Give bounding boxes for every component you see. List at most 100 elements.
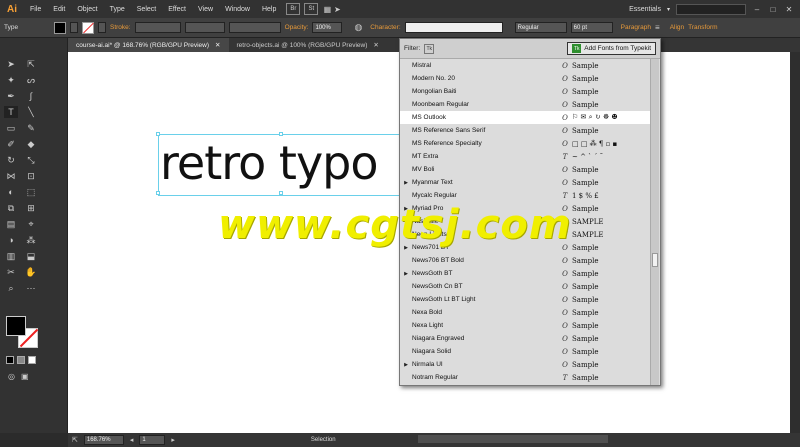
fill-color-swatch[interactable] [6,316,26,336]
font-row[interactable]: ▶ Nirmala UI O Sample [400,358,650,371]
lasso-tool-icon[interactable]: ᔕ [24,74,38,86]
eyedropper-tool-icon[interactable]: ⌖ [24,218,38,230]
curvature-tool-icon[interactable]: ∫ [24,90,38,102]
typekit-filter-icon[interactable]: Tk [424,43,435,54]
font-row[interactable]: ▶ Myanmar Text O Sample [400,176,650,189]
gradient-mode-icon[interactable] [17,356,25,364]
eraser-tool-icon[interactable]: ◆ [24,138,38,150]
font-row[interactable]: Mycalc Regular T 1 $ % £ [400,189,650,202]
fill-dropdown[interactable] [70,22,78,33]
none-mode-icon[interactable] [28,356,36,364]
vertical-scrollbar[interactable] [790,52,800,433]
align-label[interactable]: Align [670,24,684,31]
scrollbar-thumb[interactable] [652,253,658,267]
type-tool-icon[interactable]: T [4,106,18,118]
close-button[interactable]: ✕ [784,5,794,14]
more-tools-icon[interactable]: ⋯ [24,282,38,294]
hand-tool-icon[interactable]: ✋ [24,266,38,278]
maximize-button[interactable]: □ [768,5,778,14]
font-size-field[interactable]: 60 pt [570,22,613,33]
expand-arrow-icon[interactable]: ▶ [400,271,412,277]
opacity-field[interactable]: 100% [312,22,343,33]
font-row[interactable]: MT Extra T ~ ^ ` ´ ˘ [400,150,650,163]
draw-mode-icon[interactable]: ◎ [8,372,15,381]
expand-arrow-icon[interactable]: ▶ [400,180,412,186]
paragraph-label[interactable]: Paragraph [621,24,651,31]
font-row[interactable]: Niagara Solid O Sample [400,345,650,358]
add-fonts-typekit-button[interactable]: Tk Add Fonts from Typekit [567,42,656,55]
fill-stroke-widget[interactable] [6,316,40,350]
brush-definition-field[interactable] [228,22,281,33]
prev-artboard-icon[interactable]: ◂ [130,436,134,444]
font-row[interactable]: Notram Regular T Sample [400,371,650,384]
resize-handle[interactable] [156,191,160,195]
minimize-button[interactable]: – [752,5,762,14]
menu-type[interactable]: Type [104,6,131,13]
font-list-scrollbar[interactable] [650,59,659,385]
font-row[interactable]: Moonbeam Regular O Sample [400,98,650,111]
rotate-tool-icon[interactable]: ↻ [4,154,18,166]
shaper-tool-icon[interactable]: ✐ [4,138,18,150]
transform-label[interactable]: Transform [688,24,717,31]
expand-arrow-icon[interactable]: ▶ [400,362,412,368]
mesh-tool-icon[interactable]: ⊞ [24,202,38,214]
gradient-tool-icon[interactable]: ▤ [4,218,18,230]
tab-retro-objects[interactable]: retro-objects.ai @ 100% (RGB/GPU Preview… [229,38,387,52]
next-artboard-icon[interactable]: ▸ [171,436,175,444]
live-paint-tool-icon[interactable]: ⬚ [24,186,38,198]
shape-builder-tool-icon[interactable]: ◐ [4,186,18,198]
font-row[interactable]: NewsGoth Cn BT O Sample [400,280,650,293]
font-row[interactable]: Mongolian Baiti O Sample [400,85,650,98]
stroke-swatch[interactable] [82,21,94,34]
close-icon[interactable]: ✕ [215,41,220,49]
menu-object[interactable]: Object [71,6,103,13]
font-row[interactable]: MS Reference Specialty O □ □ ⁂ ¶ ▫ ▪ [400,137,650,150]
font-row[interactable]: Nexa Bold O Sample [400,306,650,319]
paintbrush-tool-icon[interactable]: ✎ [24,122,38,134]
tab-course-ai[interactable]: course-ai.ai* @ 168.76% (RGB/GPU Preview… [68,38,229,52]
font-row[interactable]: Nexa Light O Sample [400,319,650,332]
width-tool-icon[interactable]: ⋈ [4,170,18,182]
selection-tool-icon[interactable]: ➤ [4,58,18,70]
workspace-switcher[interactable]: Essentials [629,6,661,13]
menu-help[interactable]: Help [256,6,282,13]
arrange-documents-icon[interactable]: ▦ [322,5,332,14]
menu-window[interactable]: Window [219,6,256,13]
help-search-input[interactable] [676,3,746,15]
color-mode-icon[interactable] [6,356,14,364]
chevron-down-icon[interactable]: ▾ [667,6,670,13]
perspective-grid-tool-icon[interactable]: ⧉ [4,202,18,214]
screen-mode-icon[interactable]: ▣ [21,372,29,381]
menu-effect[interactable]: Effect [162,6,192,13]
pen-tool-icon[interactable]: ✒ [4,90,18,102]
zoom-field[interactable]: 168.76% [83,435,124,445]
artboard-nav-icon[interactable]: ⇱ [72,436,78,444]
fill-swatch[interactable] [54,21,66,34]
font-style-select[interactable]: Regular [514,22,567,33]
font-row[interactable]: MV Boli O Sample [400,163,650,176]
bridge-button[interactable]: Br [286,3,301,15]
recolor-icon[interactable]: ◍ [354,22,362,33]
free-transform-tool-icon[interactable]: ⊡ [24,170,38,182]
stroke-weight-field[interactable] [134,22,181,33]
font-row[interactable]: Mistral O Sample [400,59,650,72]
column-graph-tool-icon[interactable]: ▥ [4,250,18,262]
font-row[interactable]: MS Outlook O ⚐ ✉ ⌕ ↻ ☸ ☻ [400,111,650,124]
text-align-icon[interactable]: ≡ [655,23,660,32]
resize-handle[interactable] [279,191,283,195]
artboard-tool-icon[interactable]: ⬓ [24,250,38,262]
character-label[interactable]: Character: [370,24,400,31]
opacity-label[interactable]: Opacity: [285,24,309,31]
menu-view[interactable]: View [192,6,219,13]
rectangle-tool-icon[interactable]: ▭ [4,122,18,134]
menu-edit[interactable]: Edit [47,6,71,13]
artwork-text[interactable]: retro typo [160,136,379,190]
font-row[interactable]: NewsGoth Lt BT Light O Sample [400,293,650,306]
menu-file[interactable]: File [24,6,47,13]
stock-button[interactable]: St [304,3,319,15]
gpu-performance-icon[interactable]: ➤ [332,5,342,14]
menu-select[interactable]: Select [131,6,162,13]
zoom-tool-icon[interactable]: ⌕ [4,282,18,294]
direct-selection-tool-icon[interactable]: ⇱ [24,58,38,70]
stroke-label[interactable]: Stroke: [110,24,131,31]
